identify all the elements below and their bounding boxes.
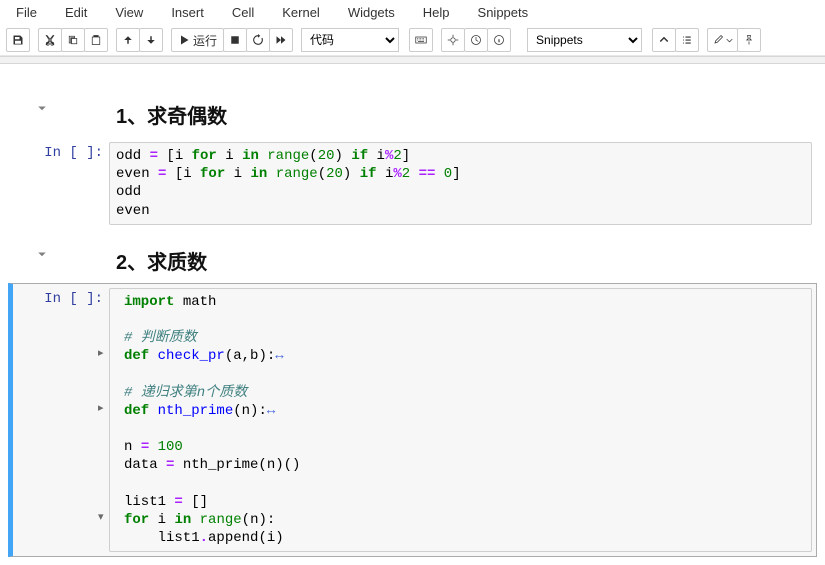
in-prompt: In [ ]:: [44, 291, 103, 553]
fold-marker[interactable]: ▸: [98, 402, 104, 416]
play-icon: [178, 34, 190, 46]
run-label: 运行: [193, 32, 217, 49]
menu-kernel[interactable]: Kernel: [272, 2, 338, 23]
arrow-down-icon: [145, 34, 157, 46]
stop-button[interactable]: [223, 28, 247, 52]
info-icon: [493, 34, 505, 46]
menu-snippets[interactable]: Snippets: [468, 2, 547, 23]
command-palette-button[interactable]: [409, 28, 433, 52]
collapse-toggle[interactable]: [36, 102, 50, 116]
run-all-button[interactable]: [269, 28, 293, 52]
menu-view[interactable]: View: [105, 2, 161, 23]
fold-ellipsis-icon[interactable]: ↔: [275, 348, 283, 364]
copy-icon: [67, 34, 79, 46]
fast-forward-icon: [275, 34, 287, 46]
clock-icon: [470, 34, 482, 46]
menu-insert[interactable]: Insert: [161, 2, 222, 23]
toc-button[interactable]: [675, 28, 699, 52]
code-input-1[interactable]: odd = [i for i in range(20) if i%2] even…: [109, 142, 812, 225]
timeit-button[interactable]: [464, 28, 488, 52]
markdown-cell-2[interactable]: 2、求质数: [8, 230, 817, 283]
divider-strip: [0, 56, 825, 64]
fold-marker[interactable]: ▸: [98, 347, 104, 361]
format-button[interactable]: [707, 28, 738, 52]
cell-type-select[interactable]: 代码: [301, 28, 399, 52]
goto-top-button[interactable]: [652, 28, 676, 52]
move-down-button[interactable]: [139, 28, 163, 52]
code-input-2[interactable]: import math # 判断质数 ▸def check_pr(a,b):↔ …: [109, 288, 812, 553]
fold-marker-open[interactable]: ▾: [98, 511, 104, 525]
arrow-up-icon: [122, 34, 134, 46]
heading-2: 2、求质数: [116, 246, 813, 275]
collapse-toggle[interactable]: [36, 248, 50, 262]
cut-button[interactable]: [38, 28, 62, 52]
save-button[interactable]: [6, 28, 30, 52]
copy-button[interactable]: [61, 28, 85, 52]
save-icon: [12, 34, 24, 46]
run-button[interactable]: 运行: [171, 28, 224, 52]
caret-down-icon: [726, 37, 733, 44]
info-button[interactable]: [487, 28, 511, 52]
brush-icon: [712, 34, 724, 46]
heading-1: 1、求奇偶数: [116, 100, 813, 129]
target-icon: [447, 34, 459, 46]
fold-ellipsis-icon[interactable]: ↔: [267, 403, 275, 419]
cut-icon: [44, 34, 56, 46]
pin-icon: [743, 34, 755, 46]
keyboard-icon: [415, 34, 427, 46]
toolbar: 运行 代码 Snippets: [0, 25, 825, 56]
menu-widgets[interactable]: Widgets: [338, 2, 413, 23]
in-prompt: In [ ]:: [44, 145, 103, 225]
menu-file[interactable]: File: [6, 2, 55, 23]
code-cell-1[interactable]: In [ ]: odd = [i for i in range(20) if i…: [8, 137, 817, 230]
move-up-button[interactable]: [116, 28, 140, 52]
restart-icon: [252, 34, 264, 46]
stop-icon: [229, 34, 241, 46]
list-icon: [681, 34, 693, 46]
chevron-down-icon: [36, 248, 48, 260]
chevron-down-icon: [36, 102, 48, 114]
markdown-cell-1[interactable]: 1、求奇偶数: [8, 84, 817, 137]
pin-button[interactable]: [737, 28, 761, 52]
notebook-container: 1、求奇偶数 In [ ]: odd = [i for i in range(2…: [0, 64, 825, 565]
menubar: File Edit View Insert Cell Kernel Widget…: [0, 0, 825, 25]
chevron-up-icon: [658, 34, 670, 46]
menu-cell[interactable]: Cell: [222, 2, 272, 23]
paste-button[interactable]: [84, 28, 108, 52]
paste-icon: [90, 34, 102, 46]
code-cell-2[interactable]: In [ ]: import math # 判断质数 ▸def check_pr…: [8, 283, 817, 558]
menu-edit[interactable]: Edit: [55, 2, 105, 23]
snippets-select[interactable]: Snippets: [527, 28, 642, 52]
restart-button[interactable]: [246, 28, 270, 52]
variable-inspector-button[interactable]: [441, 28, 465, 52]
menu-help[interactable]: Help: [413, 2, 468, 23]
